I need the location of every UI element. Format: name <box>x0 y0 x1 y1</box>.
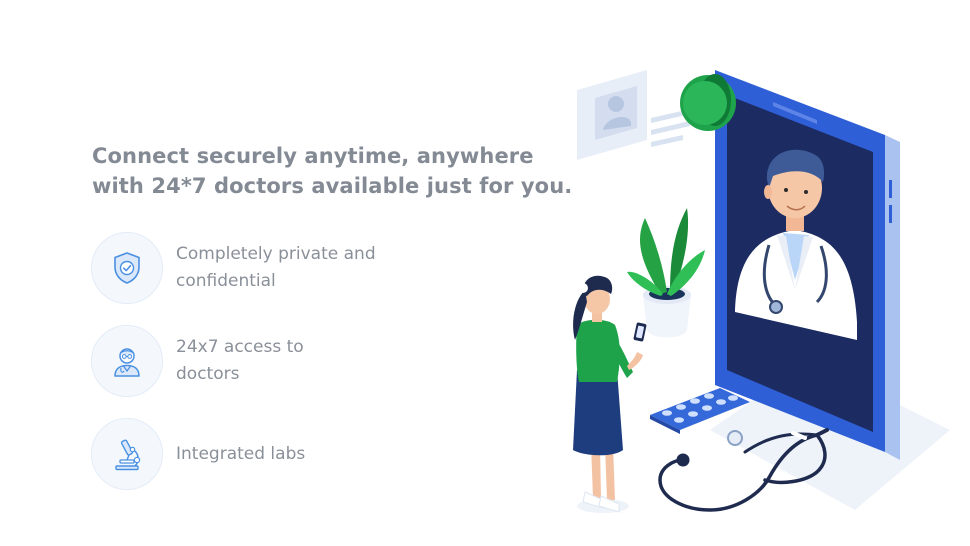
patient-figure <box>573 275 647 513</box>
doctor-icon <box>91 325 163 397</box>
feature-private: Completely private and confidential <box>91 232 416 304</box>
feature-labs: Integrated labs <box>91 418 416 490</box>
headline-line-1: Connect securely anytime, anywhere <box>92 144 534 168</box>
feature-labs-line-1: Integrated labs <box>176 443 306 464</box>
feature-private-line-1: Completely private and <box>176 244 376 264</box>
headline: Connect securely anytime, anywhere with … <box>92 141 592 201</box>
feature-doctors-line-2: doctors <box>176 364 240 384</box>
profile-card-icon <box>577 70 695 160</box>
telemedicine-illustration <box>573 70 950 513</box>
feature-doctors: 24x7 access to doctors <box>91 325 416 397</box>
shield-check-icon <box>91 232 163 304</box>
potted-plant-icon <box>627 208 705 338</box>
feature-labs-text: Integrated labs <box>176 441 416 468</box>
feature-private-text: Completely private and confidential <box>176 241 416 295</box>
feature-doctors-text: 24x7 access to doctors <box>176 334 416 388</box>
feature-doctors-line-1: 24x7 access to <box>176 337 304 357</box>
feature-private-line-2: confidential <box>176 271 276 291</box>
headline-line-2: with 24*7 doctors available just for you… <box>92 174 573 198</box>
microscope-icon <box>91 418 163 490</box>
